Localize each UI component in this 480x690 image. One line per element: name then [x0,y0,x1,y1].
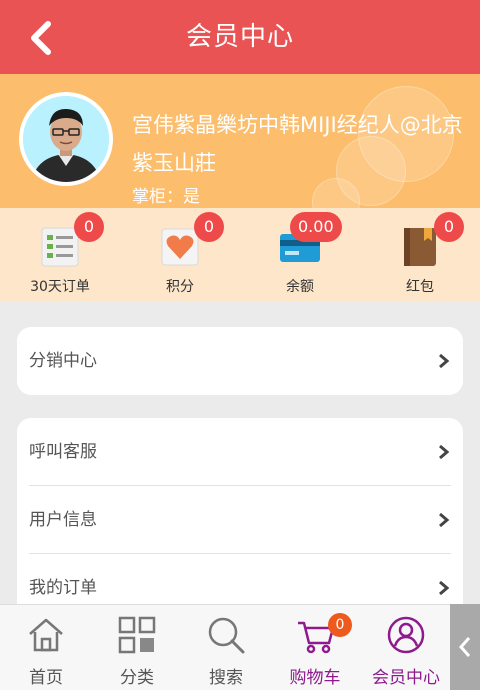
avatar[interactable] [19,92,113,186]
home-icon [29,618,63,652]
tab-member-center[interactable]: 会员中心 [360,605,452,690]
stats-bar: 0 30天订单 0 积分 0.00 余额 0 红包 [0,208,480,302]
shopkeeper-status: 掌柜：是 [132,187,200,207]
tab-label: 搜索 [209,668,243,688]
menu-item-user-info[interactable]: 用户信息 [29,486,451,554]
user-nickname: 宫伟紫晶樂坊中韩MIJI经纪人@北京紫玉山莊 [132,113,463,175]
search-icon [208,617,245,654]
points-count-badge: 0 [194,212,224,242]
account-menu-card: 呼叫客服 用户信息 我的订单 [17,418,463,628]
stat-label: 余额 [286,279,314,295]
balance-badge: 0.00 [290,212,342,242]
chevron-right-icon [439,353,450,369]
side-expand-handle[interactable] [450,604,480,690]
tab-category[interactable]: 分类 [92,605,182,690]
menu-item-label: 分销中心 [29,351,97,371]
orders-count-badge: 0 [74,212,104,242]
category-grid-icon [118,616,156,654]
tab-home[interactable]: 首页 [0,605,92,690]
stat-orders[interactable]: 0 30天订单 [0,208,120,302]
menu-item-service[interactable]: 呼叫客服 [29,418,451,486]
menu-item-distribution[interactable]: 分销中心 [29,327,451,395]
cart-count-badge: 0 [328,613,352,637]
profile-panel: 宫伟紫晶樂坊中韩MIJI经纪人@北京紫玉山莊 掌柜：是 [0,74,480,208]
top-header: 会员中心 [0,0,480,74]
stat-red-packet[interactable]: 0 红包 [360,208,480,302]
tab-label: 首页 [29,668,63,688]
avatar-photo [23,96,109,182]
stat-balance[interactable]: 0.00 余额 [240,208,360,302]
stat-points[interactable]: 0 积分 [120,208,240,302]
distribution-card: 分销中心 [17,327,463,395]
stat-label: 红包 [406,279,434,295]
menu-item-label: 呼叫客服 [29,442,97,462]
bottom-tab-bar: 首页 分类 搜索 购物车 0 会员中心 [0,604,480,690]
tab-label: 购物车 [289,668,341,688]
tab-search[interactable]: 搜索 [182,605,270,690]
chevron-right-icon [439,444,450,460]
chevron-left-icon [458,637,471,657]
chevron-right-icon [439,512,450,528]
tab-label: 分类 [120,668,154,688]
menu-item-label: 用户信息 [29,510,97,530]
stat-label: 积分 [166,279,194,295]
stat-label: 30天订单 [30,279,90,295]
tab-label: 会员中心 [372,668,440,688]
page-title: 会员中心 [185,22,294,52]
user-icon [387,616,425,654]
red-packet-count-badge: 0 [434,212,464,242]
chevron-right-icon [439,580,450,596]
